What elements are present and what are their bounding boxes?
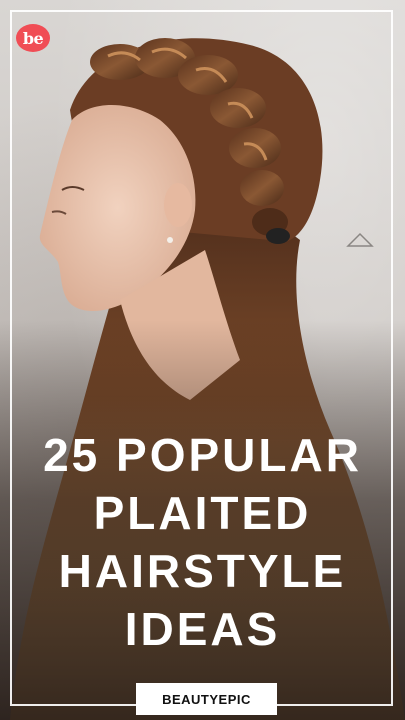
headline-line-2: PLAITED [93, 487, 312, 539]
logo-text: be [22, 28, 44, 48]
headline-line-4: IDEAS [124, 603, 281, 655]
pin-card[interactable]: be 25 POPULAR PLAITED HAIRSTYLE IDEAS BE… [0, 0, 405, 720]
beautyepic-logo-icon[interactable]: be [16, 24, 50, 52]
brand-label-text: BEAUTYEPIC [162, 691, 251, 707]
headline-line-3: HAIRSTYLE [58, 545, 347, 597]
headline: 25 POPULAR PLAITED HAIRSTYLE IDEAS [0, 426, 405, 658]
brand-label[interactable]: BEAUTYEPIC [136, 683, 277, 715]
headline-line-1: 25 POPULAR [43, 429, 362, 481]
